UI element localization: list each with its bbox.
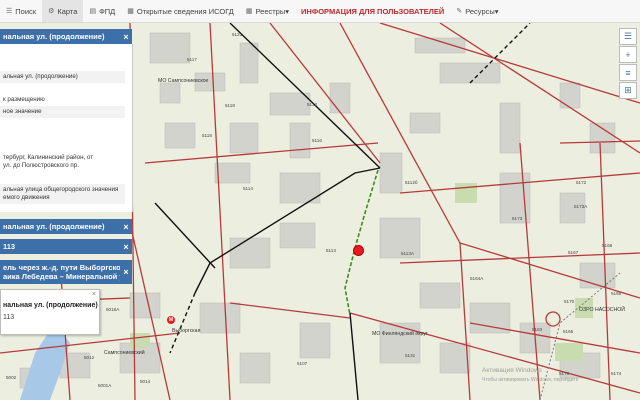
nav-fpd-label: ФПД xyxy=(99,6,116,16)
object-panel-header[interactable]: нальная ул. (продолжение) × xyxy=(0,29,132,44)
object-panel-header-2[interactable]: нальная ул. (продолжение) × xyxy=(0,219,132,234)
registry-icon: ▦ xyxy=(245,8,253,15)
nav-map[interactable]: ⚙ Карта xyxy=(42,0,84,22)
edit-icon: ✎ xyxy=(456,8,463,15)
block-label: 5167 xyxy=(568,250,579,255)
block-label: 5131 xyxy=(405,353,416,358)
object-panel-header-3[interactable]: 113 × xyxy=(0,239,132,254)
plant-label: ОЗРО НАСОСНОЙ xyxy=(579,307,626,313)
attr-name: альная ул. (продолжение) xyxy=(0,71,125,83)
block-label: 5012 xyxy=(84,355,95,360)
attr-type-line2: емого движения xyxy=(3,194,50,201)
block-label: 5001А xyxy=(98,383,112,388)
list-button[interactable]: ≡ xyxy=(619,64,637,81)
object-panel-header-4[interactable]: ель через ж.-д. пути Выборгского аика Ле… xyxy=(0,260,132,284)
block-label: 5163 xyxy=(532,327,543,332)
block-label: 5173А xyxy=(574,204,588,209)
attr-status: к размещению xyxy=(0,94,125,106)
block-label: 5112б xyxy=(405,180,418,185)
object-attributes-panel: альная ул. (продолжение) к размещению но… xyxy=(0,44,133,212)
nav-open-data-label: Открытые сведения ИСОГД xyxy=(136,6,234,16)
block-label: 5018А xyxy=(106,307,120,312)
popup-title: нальная ул. (продолжение) xyxy=(3,302,98,309)
block-label: 5172 xyxy=(576,180,587,185)
top-navigation-bar: ☰ Поиск ⚙ Карта ▤ ФПД ▦ Открытые сведения ИС… xyxy=(0,0,640,23)
attr-significance: ное значение xyxy=(0,106,125,118)
block-label: 5165 xyxy=(563,329,574,334)
nav-map-label: Карта xyxy=(57,6,78,16)
attr-location: тербург, Калининский район, от ул. до По… xyxy=(0,152,125,172)
block-label: 5117 xyxy=(187,57,197,62)
attr-location-line1: тербург, Калининский район, от xyxy=(3,154,94,161)
close-icon[interactable]: × xyxy=(120,242,132,252)
metro-icon: М xyxy=(167,316,175,324)
attr-location-line2: ул. до Полюстровского пр. xyxy=(3,162,79,169)
station-label: Сампсониевский xyxy=(104,350,145,356)
block-label: 5014 xyxy=(140,379,151,384)
grid-button[interactable]: ⊞ xyxy=(619,82,637,99)
block-label: 5121 xyxy=(232,32,243,37)
panel-title-2: нальная ул. (продолжение) xyxy=(3,222,105,231)
close-icon[interactable]: × xyxy=(120,267,132,277)
nav-search-label: Поиск xyxy=(15,6,37,16)
grid-icon: ▦ xyxy=(127,8,134,15)
layers-menu-button[interactable]: ☰ xyxy=(619,28,637,45)
attr-type: альная улица общегородского значения емо… xyxy=(0,184,125,204)
nav-user-info-label: ИНФОРМАЦИЯ ДЛЯ ПОЛЬЗОВАТЕЛЕЙ xyxy=(301,6,445,16)
block-label: 5107 xyxy=(297,361,308,366)
nav-resources-label: Ресурсы▾ xyxy=(465,6,499,16)
block-label: 5115 xyxy=(202,133,212,138)
block-label: 5174 xyxy=(611,371,622,376)
location-marker[interactable] xyxy=(353,245,364,256)
block-label: 5116 xyxy=(312,138,322,143)
panel-title-4-line1: ель через ж.-д. пути Выборгского xyxy=(3,263,120,272)
district-label: МО Финляндский округ xyxy=(372,331,428,337)
attr-type-line1: альная улица общегородского значения xyxy=(3,186,119,193)
watermark-title: Активация Windows xyxy=(482,367,542,374)
block-label: 5176 xyxy=(559,371,570,376)
nav-registries-label: Реестры▾ xyxy=(255,6,290,16)
block-label: 5164А xyxy=(470,276,484,281)
block-label: 5113А xyxy=(401,251,414,256)
block-label: 5114 xyxy=(243,186,253,191)
block-label: 5170 xyxy=(564,299,575,304)
menu-icon: ☰ xyxy=(623,31,633,41)
metro-label: Выборгская xyxy=(172,328,201,334)
block-label: 5113 xyxy=(326,248,336,253)
panel-title-4: ель через ж.-д. пути Выборгского аика Ле… xyxy=(3,263,120,281)
block-label: 5122 xyxy=(307,102,318,107)
block-label: 5168 xyxy=(602,243,613,248)
plus-icon: + xyxy=(625,49,631,60)
close-icon[interactable]: × xyxy=(120,222,132,232)
watermark-subtitle: Чтобы активировать Windows, перейдите xyxy=(482,377,579,383)
nav-fpd[interactable]: ▤ ФПД xyxy=(83,0,121,22)
panel-title-3: 113 xyxy=(3,242,16,251)
nav-search[interactable]: ☰ Поиск xyxy=(0,0,42,22)
gear-icon: ⚙ xyxy=(48,8,55,15)
close-icon[interactable]: × xyxy=(120,32,132,42)
district-label: МО Сампсониевское xyxy=(158,78,209,84)
panel-title-4-line2: аика Лебедева – Минеральной ул. xyxy=(3,272,120,281)
document-icon: ▤ xyxy=(89,8,97,15)
zoom-in-button[interactable]: + xyxy=(619,46,637,63)
nav-open-data[interactable]: ▦ Открытые сведения ИСОГД xyxy=(121,0,240,22)
block-label: 5173 xyxy=(512,216,523,221)
list-icon: ≡ xyxy=(625,67,631,78)
block-label: 5166 xyxy=(611,291,622,296)
grid-icon: ⊞ xyxy=(624,85,632,95)
panel-title: нальная ул. (продолжение) xyxy=(3,32,105,41)
close-icon[interactable]: × xyxy=(92,291,96,298)
nav-user-info[interactable]: ИНФОРМАЦИЯ ДЛЯ ПОЛЬЗОВАТЕЛЕЙ xyxy=(295,0,450,22)
popup-subtitle: 113 xyxy=(3,314,15,321)
block-label: 5002 xyxy=(6,375,17,380)
search-menu-icon: ☰ xyxy=(6,8,13,15)
nav-resources[interactable]: ✎ Ресурсы▾ xyxy=(450,0,504,22)
block-label: 5118 xyxy=(225,103,235,108)
nav-registries[interactable]: ▦ Реестры▾ xyxy=(240,0,295,22)
map-popup: × нальная ул. (продолжение) 113 xyxy=(0,289,100,335)
